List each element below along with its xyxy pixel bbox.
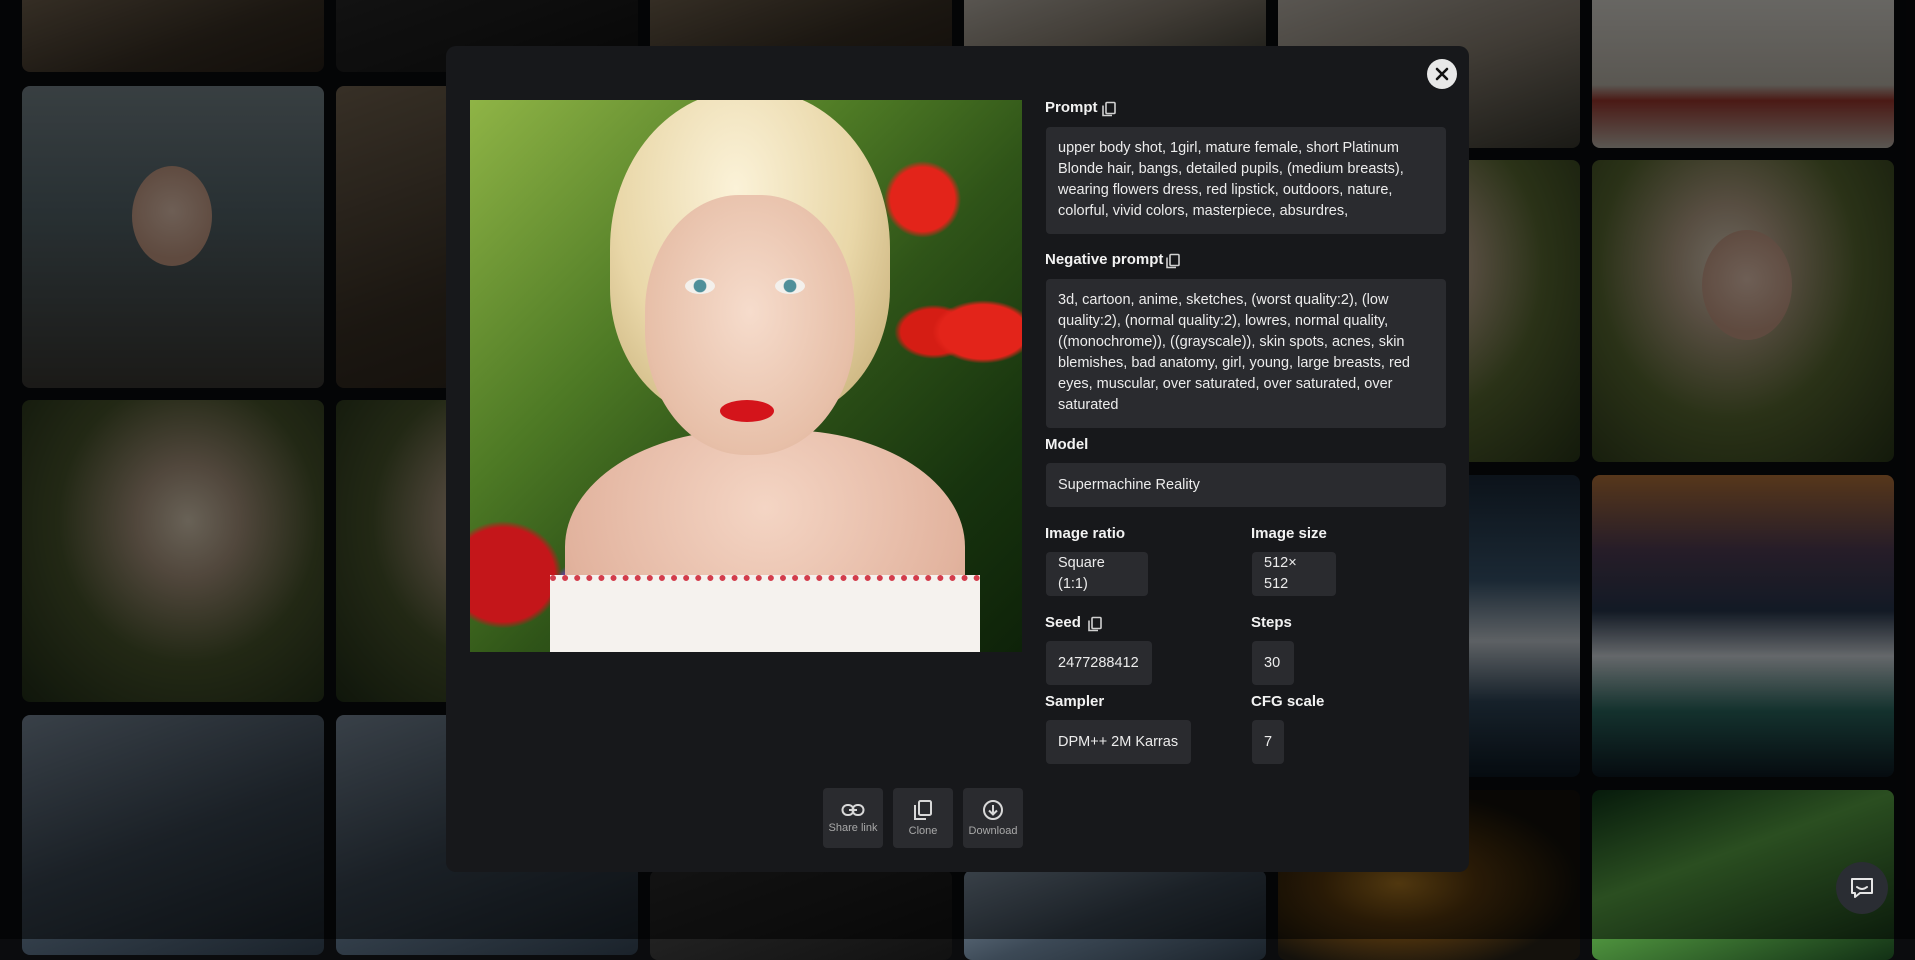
seed-label: Seed — [1045, 614, 1081, 631]
model-label: Model — [1045, 436, 1089, 453]
cfg-scale-value: 7 — [1252, 720, 1284, 764]
chat-button[interactable] — [1836, 862, 1888, 914]
clone-label: Clone — [908, 825, 938, 837]
photo-eye — [775, 278, 805, 294]
prompt-text: upper body shot, 1girl, mature female, s… — [1046, 127, 1446, 234]
image-size-label: Image size — [1251, 525, 1327, 542]
steps-value: 30 — [1252, 641, 1294, 685]
cfg-scale-label: CFG scale — [1251, 693, 1325, 710]
copy-icon[interactable] — [1101, 101, 1117, 117]
sampler-label: Sampler — [1045, 693, 1105, 710]
share-link-button[interactable]: Share link — [823, 788, 883, 848]
seed-value: 2477288412 — [1046, 641, 1152, 685]
chat-icon — [1851, 878, 1873, 898]
model-value: Supermachine Reality — [1046, 463, 1446, 507]
download-button[interactable]: Download — [963, 788, 1023, 848]
clone-icon — [914, 800, 932, 820]
copy-icon[interactable] — [1087, 616, 1103, 632]
negative-prompt-text: 3d, cartoon, anime, sketches, (worst qua… — [1046, 279, 1446, 428]
image-ratio-label: Image ratio — [1045, 525, 1126, 542]
share-link-label: Share link — [828, 822, 878, 834]
generated-image — [470, 100, 1022, 652]
close-button[interactable] — [1427, 59, 1457, 89]
photo-lips — [720, 400, 774, 422]
close-icon — [1435, 67, 1449, 81]
steps-label: Steps — [1251, 614, 1292, 631]
photo-eye — [685, 278, 715, 294]
link-icon — [841, 804, 865, 816]
download-icon — [983, 800, 1003, 820]
image-size-value: 512× 512 — [1252, 552, 1336, 596]
image-ratio-value: Square (1:1) — [1046, 552, 1148, 596]
download-label: Download — [968, 825, 1018, 837]
sampler-value: DPM++ 2M Karras — [1046, 720, 1191, 764]
copy-icon[interactable] — [1165, 253, 1181, 269]
photo-dress — [550, 575, 980, 652]
clone-button[interactable]: Clone — [893, 788, 953, 848]
negative-prompt-label: Negative prompt — [1045, 251, 1164, 268]
prompt-label: Prompt — [1045, 99, 1098, 116]
